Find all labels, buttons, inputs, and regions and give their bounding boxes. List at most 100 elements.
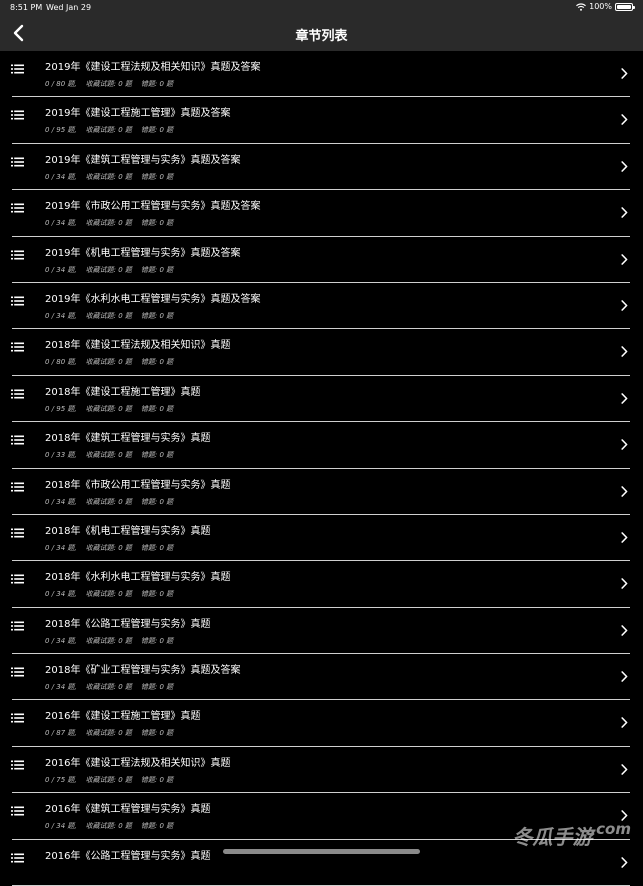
chapter-row[interactable]: 2019年《机电工程管理与实务》真题及答案 0 / 34 题, 收藏试题: 0 题错… <box>0 237 643 284</box>
chapter-title: 2019年《建设工程法规及相关知识》真题及答案 <box>45 62 261 73</box>
chevron-right-icon <box>621 671 628 682</box>
home-indicator[interactable] <box>223 849 420 854</box>
chevron-right-icon <box>621 856 628 868</box>
chapter-title: 2018年《建筑工程管理与实务》真题 <box>45 433 211 445</box>
chapter-stats: 0 / 80 题, 收藏试题: 0 题错题: 0 题 <box>45 79 182 89</box>
chapter-favorites: 收藏试题: 0 题 <box>85 219 132 228</box>
chapter-title: 2018年《建设工程施工管理》真题 <box>45 386 201 398</box>
status-date: Wed Jan 29 <box>46 3 92 12</box>
chapter-progress: 0 / 80 题, <box>45 358 77 367</box>
chapter-row[interactable]: 2018年《水利水电工程管理与实务》真题 0 / 34 题, 收藏试题: 0 题错题… <box>0 561 643 609</box>
chevron-right-icon <box>621 578 628 590</box>
chapter-progress: 0 / 34 题, <box>45 497 77 506</box>
chapter-progress: 0 / 34 题, <box>45 172 77 181</box>
chapter-stats: 0 / 33 题, 收藏试题: 0 题错题: 0 题 <box>45 450 182 460</box>
chapter-wrong: 错题: 0 题 <box>140 265 174 274</box>
chevron-right-icon <box>621 485 628 497</box>
chapter-stats: 0 / 34 题, 收藏试题: 0 题错题: 0 题 <box>45 218 182 228</box>
chapter-row[interactable]: 2019年《市政公用工程管理与实务》真题及答案 0 / 34 题, 收藏试题: 0 … <box>0 190 643 237</box>
chapter-wrong: 错题: 0 题 <box>140 358 174 367</box>
chapter-title: 2018年《水利水电工程管理与实务》真题 <box>45 572 231 584</box>
chapter-stats: 0 / 34 题, 收藏试题: 0 题错题: 0 题 <box>45 821 182 831</box>
chapter-wrong: 错题: 0 题 <box>140 822 174 831</box>
chapter-title: 2016年《建设工程施工管理》真题 <box>45 711 201 723</box>
chapter-wrong: 错题: 0 题 <box>140 590 174 599</box>
list-icon <box>11 296 24 306</box>
status-bar: 8:51 PM Wed Jan 29 100% <box>0 0 643 16</box>
chevron-right-icon <box>621 624 628 636</box>
chapter-progress: 0 / 33 题, <box>45 451 77 460</box>
chapter-favorites: 收藏试题: 0 题 <box>85 590 132 599</box>
chapter-stats: 0 / 95 题, 收藏试题: 0 题错题: 0 题 <box>45 125 182 135</box>
chapter-progress: 0 / 34 题, <box>45 822 77 831</box>
chapter-row[interactable]: 2018年《公路工程管理与实务》真题 0 / 34 题, 收藏试题: 0 题错题: … <box>0 608 643 655</box>
chapter-title: 2018年《公路工程管理与实务》真题 <box>45 618 211 630</box>
chapter-title: 2018年《矿业工程管理与实务》真题及答案 <box>45 665 241 677</box>
list-icon <box>11 806 24 816</box>
battery-percent: 100% <box>589 2 612 11</box>
chapter-favorites: 收藏试题: 0 题 <box>85 636 132 645</box>
chapter-progress: 0 / 75 题, <box>45 775 77 784</box>
list-icon <box>11 760 24 770</box>
chapter-progress: 0 / 34 题, <box>45 636 77 645</box>
chapter-title: 2019年《建筑工程管理与实务》真题及答案 <box>45 154 241 166</box>
chapter-title: 2018年《建设工程法规及相关知识》真题 <box>45 340 231 352</box>
chapter-title: 2019年《机电工程管理与实务》真题及答案 <box>45 247 241 259</box>
chevron-right-icon <box>621 392 628 404</box>
chevron-right-icon <box>621 300 628 311</box>
chapter-stats <box>45 868 72 876</box>
watermark-brand: 冬瓜手游 <box>512 825 593 849</box>
chapter-stats: 0 / 34 题, 收藏试题: 0 题错题: 0 题 <box>45 636 182 646</box>
chapter-stats: 0 / 34 题, 收藏试题: 0 题错题: 0 题 <box>45 589 182 599</box>
chapter-wrong: 错题: 0 题 <box>140 543 174 552</box>
chevron-right-icon <box>621 717 628 729</box>
chapter-wrong: 错题: 0 题 <box>140 683 174 692</box>
chapter-row[interactable]: 2018年《市政公用工程管理与实务》真题 0 / 34 题, 收藏试题: 0 题错题… <box>0 469 643 516</box>
chapter-favorites: 收藏试题: 0 题 <box>85 683 132 692</box>
chevron-right-icon <box>621 532 628 543</box>
chapter-favorites: 收藏试题: 0 题 <box>85 822 132 831</box>
chapter-progress: 0 / 34 题, <box>45 543 77 552</box>
chapter-row[interactable]: 2019年《建设工程法规及相关知识》真题及答案 0 / 80 题, 收藏试题: 0 … <box>0 51 643 98</box>
chapter-row[interactable]: 2018年《矿业工程管理与实务》真题及答案 0 / 34 题, 收藏试题: 0 题错… <box>0 654 643 701</box>
list-icon <box>11 250 24 260</box>
chapter-row[interactable]: 2016年《建设工程施工管理》真题 0 / 87 题, 收藏试题: 0 题错题: 0… <box>0 700 643 748</box>
chapter-favorites: 收藏试题: 0 题 <box>85 126 132 135</box>
chapter-progress: 0 / 34 题, <box>45 311 77 320</box>
chapter-stats: 0 / 87 题, 收藏试题: 0 题错题: 0 题 <box>45 728 182 738</box>
chapter-row[interactable]: 2018年《建设工程施工管理》真题 0 / 95 题, 收藏试题: 0 题错题: 0… <box>0 376 643 423</box>
chapter-title: 2016年《建设工程法规及相关知识》真题 <box>45 757 231 769</box>
chevron-right-icon <box>621 764 628 775</box>
chapter-wrong: 错题: 0 题 <box>140 219 174 228</box>
battery-icon <box>615 2 635 11</box>
chapter-favorites: 收藏试题: 0 题 <box>85 265 132 274</box>
chapter-wrong: 错题: 0 题 <box>140 729 174 738</box>
list-icon <box>11 482 24 492</box>
page-title: 章节列表 <box>295 29 348 44</box>
chapter-row[interactable]: 2019年《建筑工程管理与实务》真题及答案 0 / 34 题, 收藏试题: 0 题错… <box>0 144 643 191</box>
list-icon <box>11 342 24 352</box>
chapter-row[interactable]: 2019年《水利水电工程管理与实务》真题及答案 0 / 34 题, 收藏试题: 0 … <box>0 283 643 330</box>
list-icon <box>11 713 24 723</box>
chapter-stats: 0 / 34 题, 收藏试题: 0 题错题: 0 题 <box>45 172 182 182</box>
chapter-wrong: 错题: 0 题 <box>140 126 174 135</box>
chapter-title: 2019年《市政公用工程管理与实务》真题及答案 <box>45 201 261 213</box>
status-time: 8:51 PM <box>10 3 43 12</box>
chapter-row[interactable]: 2018年《建筑工程管理与实务》真题 0 / 33 题, 收藏试题: 0 题错题: … <box>0 422 643 469</box>
chapter-stats: 0 / 34 题, 收藏试题: 0 题错题: 0 题 <box>45 682 182 692</box>
chapter-row[interactable]: 2016年《建设工程法规及相关知识》真题 0 / 75 题, 收藏试题: 0 题错题… <box>0 747 643 794</box>
chapter-progress: 0 / 95 题, <box>45 126 77 135</box>
chapter-row[interactable]: 2019年《建设工程施工管理》真题及答案 0 / 95 题, 收藏试题: 0 题错题… <box>0 97 643 145</box>
chevron-right-icon <box>621 439 628 450</box>
chapter-row[interactable]: 2018年《建设工程法规及相关知识》真题 0 / 80 题, 收藏试题: 0 题错题… <box>0 329 643 377</box>
chapter-row[interactable]: 2018年《机电工程管理与实务》真题 0 / 34 题, 收藏试题: 0 题错题: … <box>0 515 643 562</box>
chapter-title: 2016年《建筑工程管理与实务》真题 <box>45 804 211 816</box>
chapter-progress: 0 / 34 题, <box>45 265 77 274</box>
list-icon <box>11 574 24 584</box>
chapter-progress: 0 / 95 题, <box>45 404 77 413</box>
chevron-right-icon <box>621 160 628 172</box>
chevron-right-icon <box>621 114 628 126</box>
chapter-progress: 0 / 34 题, <box>45 683 77 692</box>
chapter-progress: 0 / 34 题, <box>45 219 77 228</box>
chapter-stats: 0 / 34 题, 收藏试题: 0 题错题: 0 题 <box>45 543 182 553</box>
